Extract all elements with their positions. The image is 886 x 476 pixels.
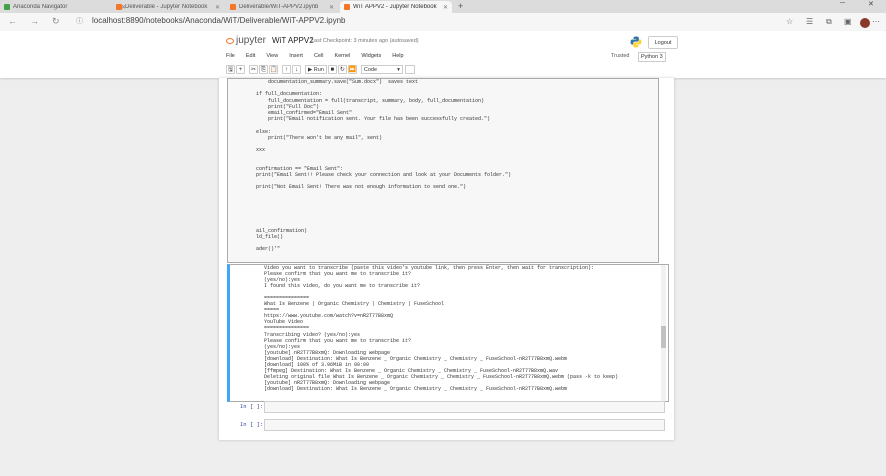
tab-favicon-icon [116,4,122,10]
run-button[interactable]: ▶ Run [305,65,327,74]
logo-text: jupyter [236,35,267,46]
favorites-icon[interactable]: ☰ [806,17,813,26]
code-cell-editor[interactable]: documentation_summary.save("Sum.docx") s… [227,78,659,263]
tab-title: Anaconda Navigator [13,4,68,10]
code-text[interactable]: documentation_summary.save("Sum.docx") s… [228,79,658,253]
code-line[interactable]: full_documentation = full(transcript, su… [256,98,484,104]
tab-title: Deliverable - Jupyter Notebook [125,4,208,10]
menu-kernel[interactable]: Kernel [334,53,350,59]
code-line[interactable]: print("Email Sent!! Please check your co… [256,172,511,178]
move-up-icon[interactable]: ↑ [282,65,291,74]
restart-run-all-icon[interactable]: ⏩ [347,65,357,74]
code-line[interactable]: xxx [256,147,265,153]
code-line[interactable]: confirmation == "Email Sent": [256,166,343,172]
chevron-down-icon: ▾ [397,67,400,73]
close-window-icon[interactable]: ✕ [868,0,874,8]
cell-input[interactable] [264,401,665,413]
insert-cell-icon[interactable]: + [236,65,245,74]
menu-bar: File Edit View Insert Cell Kernel Widget… [226,53,415,59]
menu-insert[interactable]: Insert [289,53,303,59]
code-line[interactable]: ail_confirmation) [256,228,307,234]
tab-favicon-icon [344,4,350,10]
menu-edit[interactable]: Edit [246,53,255,59]
output-line: [download] Destination: What Is Benzene … [264,385,568,392]
empty-code-cell[interactable]: In [ ]: [240,419,665,431]
tab-title: WiT APPV2 - Jupyter Notebook [353,4,437,10]
jupyter-header: jupyter WiT APPV2 Last Checkpoint: 3 min… [0,31,886,78]
menu-view[interactable]: View [266,53,278,59]
cell-input[interactable] [264,419,665,431]
new-tab-icon[interactable]: + [458,2,463,11]
back-icon[interactable]: ← [8,16,17,26]
output-area: Video you want to transcribe (paste this… [227,264,669,402]
code-line[interactable]: ld_file() [256,234,283,240]
restart-icon[interactable]: ↻ [337,65,347,74]
more-icon[interactable]: ⋯ [872,17,880,26]
empty-code-cell[interactable]: In [ ]: [240,401,665,413]
kernel-indicator: Python 3 [638,52,666,62]
cell-type-select[interactable]: Code ▾ [360,65,403,74]
output-line: What Is Benzene | Organic Chemistry | Ch… [264,301,445,308]
menu-file[interactable]: File [226,53,235,59]
scrollbar-thumb[interactable] [661,326,666,348]
code-line[interactable]: print("There won't be any mail", sent) [256,135,382,141]
run-label: Run [313,67,324,73]
minimize-icon[interactable]: ─ [840,0,845,7]
python-logo-icon [630,36,642,48]
output-scrollbar[interactable] [661,265,666,401]
notebook-name[interactable]: WiT APPV2 [272,36,314,45]
code-line[interactable]: ader()'" [256,246,280,252]
move-down-icon[interactable]: ↓ [292,65,301,74]
cell-prompt: In [ ]: [240,403,264,410]
close-icon[interactable]: ✕ [215,4,220,11]
menu-cell[interactable]: Cell [314,53,323,59]
code-line[interactable]: if full_documentation: [256,91,322,97]
cell-prompt: In [ ]: [240,421,264,428]
keyboard-icon[interactable] [404,65,415,74]
checkpoint-status: Last Checkpoint: 3 minutes ago (autosave… [311,38,419,44]
jupyter-logo-icon [226,36,234,46]
save-icon[interactable]: 🖫 [226,65,235,74]
close-icon[interactable]: ✕ [443,4,448,11]
url-field[interactable]: localhost:8890/notebooks/Anaconda/WiT/De… [92,16,345,25]
collections-icon[interactable]: ⧉ [826,17,832,27]
tab-favicon-icon [230,4,236,10]
reload-icon[interactable]: ↻ [52,16,60,26]
output-text: Video you want to transcribe (paste this… [230,265,668,392]
browser-tab[interactable]: Anaconda Navigator ✕ [0,1,130,13]
tab-title: Deliverable/WiT-APPV2.ipynb [239,4,319,10]
extension-icon[interactable]: ▣ [844,17,852,26]
tab-favicon-icon [4,4,10,10]
code-line[interactable]: else: [256,129,271,135]
stop-icon[interactable]: ■ [327,65,337,74]
notebook-toolbar: 🖫 + ✂ ⎘ 📋 ↑ ↓ ▶ Run ■ ↻ ⏩ Code ▾ [226,65,415,74]
jupyter-logo[interactable]: jupyter [226,35,266,46]
output-line: I found this video, do you want me to tr… [264,283,421,290]
logout-button[interactable]: Logout [648,36,678,49]
code-line[interactable]: print("Full Doc") [256,104,319,110]
browser-tab-strip: Anaconda Navigator ✕ Deliverable - Jupyt… [0,0,886,13]
menu-help[interactable]: Help [392,53,403,59]
menu-widgets[interactable]: Widgets [361,53,381,59]
browser-tab-active[interactable]: WiT APPV2 - Jupyter Notebook ✕ [340,1,452,13]
profile-avatar[interactable] [860,18,870,28]
info-icon[interactable]: ⓘ [76,17,83,27]
copy-icon[interactable]: ⎘ [259,65,268,74]
forward-icon[interactable]: → [30,16,39,26]
browser-address-bar: ← → ↻ ⓘ localhost:8890/notebooks/Anacond… [0,13,886,32]
paste-icon[interactable]: 📋 [269,65,278,74]
code-line[interactable]: documentation_summary.save("Sum.docx") s… [256,79,418,85]
cell-type-value: Code [363,67,378,73]
code-line[interactable]: print("Not Email Sent! There was not eno… [256,184,466,190]
code-line[interactable]: email_confirmed="Email Sent" [256,110,352,116]
trusted-indicator[interactable]: Trusted [611,53,629,59]
close-icon[interactable]: ✕ [329,4,334,11]
browser-tab[interactable]: Deliverable/WiT-APPV2.ipynb ✕ [226,1,338,13]
cut-icon[interactable]: ✂ [249,65,258,74]
code-line[interactable]: print("Email notification sent. Your fil… [256,116,490,122]
browser-tab[interactable]: Deliverable - Jupyter Notebook ✕ [112,1,224,13]
notebook-container: documentation_summary.save("Sum.docx") s… [219,78,674,440]
star-icon[interactable]: ☆ [786,17,793,26]
